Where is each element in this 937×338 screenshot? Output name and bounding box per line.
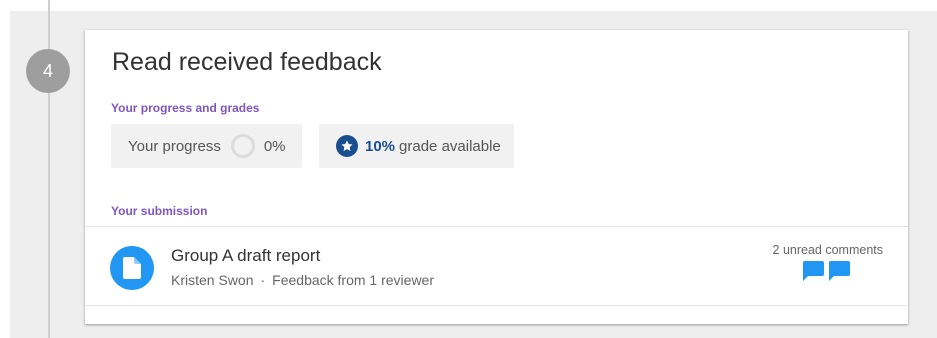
step-number-badge: 4 bbox=[26, 49, 70, 93]
submission-section-label: Your submission bbox=[111, 204, 208, 218]
grade-chip: 10% grade available bbox=[319, 124, 514, 168]
meta-separator: · bbox=[260, 272, 266, 288]
unread-comments-icons bbox=[802, 261, 850, 281]
star-icon bbox=[336, 135, 358, 157]
submission-meta: Kristen Swon · Feedback from 1 reviewer bbox=[171, 272, 434, 288]
submission-feedback: Feedback from 1 reviewer bbox=[272, 272, 434, 288]
progress-chip: Your progress 0% bbox=[111, 124, 302, 168]
card-title: Read received feedback bbox=[112, 48, 382, 76]
progress-ring-icon bbox=[230, 134, 255, 158]
step-card: Read received feedback Your progress and… bbox=[85, 30, 908, 324]
submission-row[interactable]: Group A draft report Kristen Swon · Feedba… bbox=[85, 226, 908, 306]
progress-value: 0% bbox=[263, 137, 286, 155]
submission-title: Group A draft report bbox=[171, 246, 321, 265]
chat-bubble-icon bbox=[828, 261, 850, 281]
progress-section-label: Your progress and grades bbox=[111, 101, 260, 115]
grade-text: grade available bbox=[399, 137, 501, 155]
submission-author: Kristen Swon bbox=[171, 272, 254, 288]
unread-comments-count: 2 unread comments bbox=[772, 243, 883, 257]
progress-label: Your progress bbox=[128, 137, 221, 155]
grade-percent: 10% bbox=[365, 137, 396, 155]
chat-bubble-icon bbox=[802, 261, 824, 281]
document-icon bbox=[110, 246, 154, 290]
